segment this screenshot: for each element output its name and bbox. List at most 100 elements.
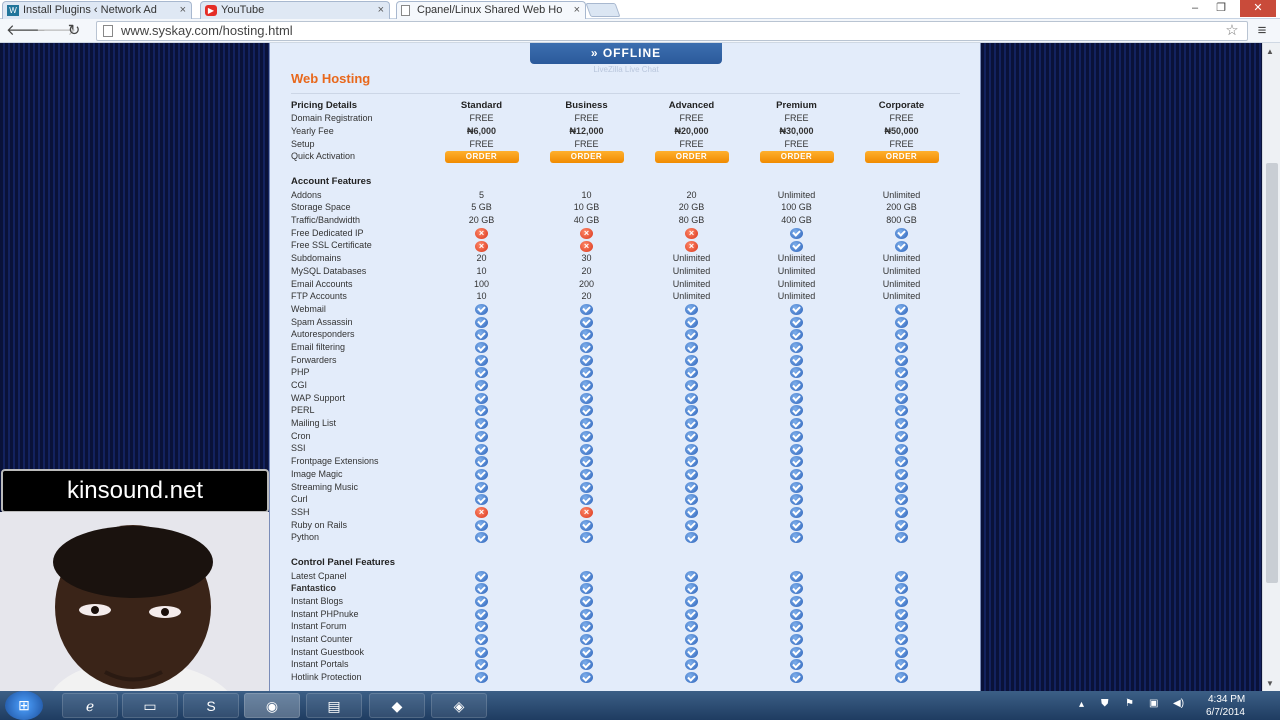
skype-icon[interactable]: S [183,693,239,718]
minimize-button[interactable]: – [1184,0,1206,17]
reload-button[interactable]: ↻ [64,21,84,41]
check-icon [790,354,803,366]
value-cell: FREE [469,113,494,124]
check-icon [475,481,488,493]
feature-cell [639,531,744,544]
back-button[interactable]: 🡐 [6,21,46,41]
shield-icon[interactable]: ⛊ [1101,698,1109,709]
windows-taskbar: ⊞ ℯ ▭ S ◉ ▤ ◆ ◈ ▴ ⛊ ⚑ ▣ ◀) 4:34 PM 6/7/2… [0,691,1280,720]
order-button[interactable]: ORDER [549,150,624,163]
value-cell: Unlimited [672,265,711,276]
chrome-icon[interactable]: ◉ [244,693,300,718]
feature-cell [744,379,849,392]
check-icon [685,468,698,480]
address-bar[interactable]: www.syskay.com/hosting.html [96,21,1248,41]
tab-cpanel-hosting[interactable]: Cpanel/Linux Shared Web Ho × [396,1,586,19]
check-icon [685,380,698,392]
livechat-offline-button[interactable]: » OFFLINE [530,43,722,64]
tab-youtube[interactable]: ▶ YouTube × [200,1,390,19]
window-close-button[interactable]: ✕ [1240,0,1276,17]
value-cell: ₦20,000 [674,126,709,137]
ie-icon[interactable]: ℯ [62,693,118,718]
value-cell: Unlimited [882,291,921,302]
order-button[interactable]: ORDER [654,150,729,163]
check-icon [685,659,698,671]
vertical-scrollbar[interactable]: ▲ ▼ [1262,43,1280,691]
table-row: Mailing List [289,417,954,430]
feature-cell [849,429,954,442]
row-label: Mailing List [291,418,337,429]
feature-cell [429,341,534,354]
feature-cell [744,442,849,455]
feature-cell [849,582,954,595]
value-cell: Unlimited [777,265,816,276]
feature-cell [429,366,534,379]
check-icon [790,342,803,353]
app-icon[interactable]: ◆ [369,693,425,718]
check-icon [895,227,908,239]
close-icon[interactable]: × [180,2,186,18]
value-cell: 10 [581,189,592,200]
network-icon[interactable]: ▣ [1149,698,1158,709]
row-label: Instant PHPnuke [291,608,359,619]
check-icon [790,443,803,455]
table-row: Quick Activation ORDER ORDER ORDER ORDER ORDE… [289,150,954,163]
check-icon [475,367,488,379]
tray-arrow-icon[interactable]: ▴ [1079,699,1084,710]
table-row: Instant Forum [289,620,954,633]
feature-cell [744,493,849,506]
feature-cell: × [534,226,639,239]
feature-cell [744,429,849,442]
row-label: Python [291,532,320,543]
feature-cell [639,404,744,417]
feature-cell [534,493,639,506]
forward-button[interactable]: 🡒 [36,21,76,41]
menu-icon[interactable]: ≡ [1252,21,1272,41]
order-button[interactable]: ORDER [444,150,519,163]
table-row: Domain Registration FREE FREE FREE FREE FREE [289,112,954,125]
clock-time[interactable]: 4:34 PM [1208,694,1245,705]
table-row: Instant Guestbook [289,645,954,658]
table-row: WAP Support [289,391,954,404]
maximize-button[interactable]: ❐ [1210,0,1232,17]
feature-cell: × [534,239,639,252]
folder-icon[interactable]: ▭ [122,693,178,718]
app2-icon[interactable]: ◈ [431,693,487,718]
table-row: Ruby on Rails [289,518,954,531]
background-pattern-right [981,43,1262,691]
value-cell: FREE [679,113,704,124]
page-icon [103,25,113,37]
table-row: Streaming Music [289,480,954,493]
table-row: SSI [289,442,954,455]
new-tab-button[interactable] [585,3,621,17]
check-icon [895,418,908,430]
monitor-icon[interactable]: ▤ [306,693,362,718]
table-row: Setup FREE FREE FREE FREE FREE [289,137,954,150]
close-icon[interactable]: × [378,2,384,18]
feature-cell [534,328,639,341]
check-icon [685,392,698,404]
value-cell: 20 GB [678,202,705,213]
feature-cell [534,429,639,442]
row-label: Account Features [291,175,372,187]
scroll-up-icon[interactable]: ▲ [1266,47,1274,56]
scroll-thumb[interactable] [1266,163,1278,583]
check-icon [475,392,488,404]
scroll-down-icon[interactable]: ▼ [1266,679,1274,688]
order-button[interactable]: ORDER [759,150,834,163]
feature-cell [849,315,954,328]
volume-icon[interactable]: ◀) [1173,698,1184,709]
table-row: Free SSL Certificate × × × [289,239,954,252]
feature-cell [849,531,954,544]
row-label: CGI [291,380,308,390]
feature-cell [744,455,849,468]
order-button[interactable]: ORDER [864,150,939,163]
feature-cell [849,467,954,480]
bookmark-star-icon[interactable]: ☆ [1222,21,1242,41]
close-icon[interactable]: × [574,2,580,18]
spacer-row [289,544,954,557]
tab-install-plugins[interactable]: W Install Plugins ‹ Network Ad × [2,1,192,19]
flag-icon[interactable]: ⚑ [1125,698,1134,709]
clock-date[interactable]: 6/7/2014 [1206,707,1245,718]
start-button[interactable]: ⊞ [5,691,43,720]
